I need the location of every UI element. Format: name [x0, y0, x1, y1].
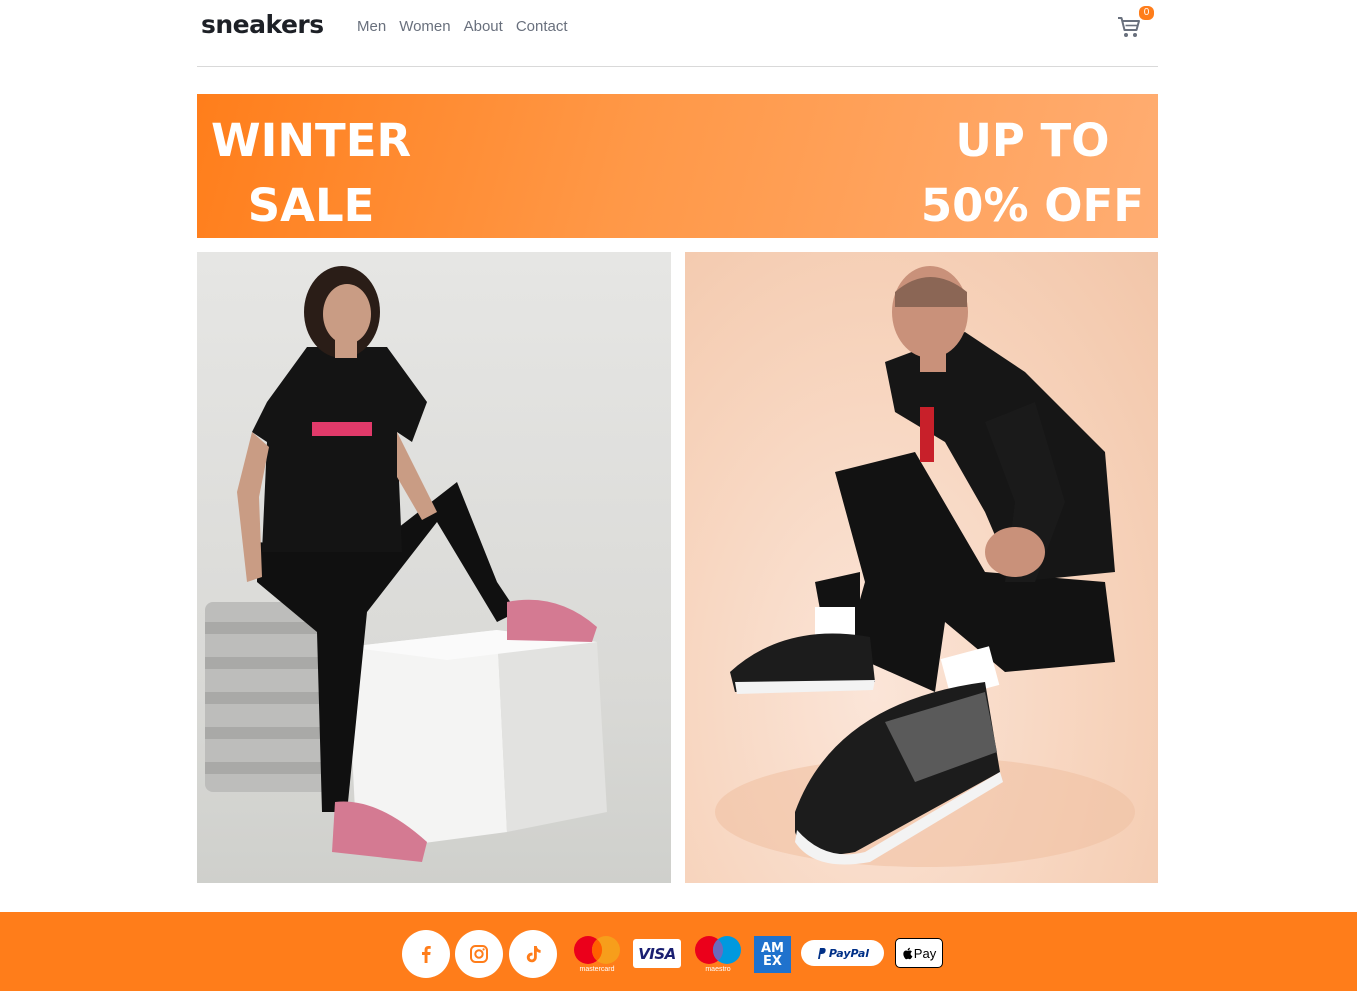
facebook-link[interactable] — [402, 930, 450, 978]
maestro-logo: maestro — [691, 935, 745, 973]
facebook-icon — [422, 946, 431, 963]
main-nav: Men Women About Contact — [357, 18, 568, 35]
apple-icon — [903, 947, 913, 959]
mastercard-icon — [574, 936, 620, 964]
mastercard-logo: mastercard — [570, 935, 624, 973]
paypal-logo: PayPal — [801, 940, 884, 966]
mastercard-label: mastercard — [579, 966, 615, 973]
cart-icon — [1118, 17, 1140, 37]
visa-label: VISA — [638, 944, 676, 963]
nav-link-about[interactable]: About — [464, 18, 503, 35]
nav-link-contact[interactable]: Contact — [516, 18, 568, 35]
amex-label-line2: EX — [763, 953, 782, 969]
instagram-link[interactable] — [455, 930, 503, 978]
banner-title-line1: WINTER — [211, 114, 412, 167]
cart-count-badge: 0 — [1139, 6, 1154, 20]
site-header: sneakers Men Women About Contact 0 — [197, 0, 1158, 67]
man-figure-illustration — [715, 266, 1135, 867]
banner-title-line2: SALE — [247, 179, 375, 232]
nav-link-women[interactable]: Women — [399, 18, 450, 35]
banner-title: WINTER SALE — [211, 108, 411, 238]
nav-link-men[interactable]: Men — [357, 18, 386, 35]
applepay-logo: Pay — [895, 938, 943, 968]
promo-banner: WINTER SALE UP TO 50% OFF — [197, 94, 1158, 238]
applepay-label: Pay — [913, 945, 937, 961]
visa-logo: VISA — [633, 939, 681, 968]
banner-discount: UP TO 50% OFF — [921, 108, 1144, 238]
amex-logo: AM EX — [754, 936, 791, 973]
site-logo[interactable]: sneakers — [201, 10, 324, 39]
amex-label-line1: AM — [761, 940, 784, 956]
photo-women-collection[interactable] — [197, 252, 671, 883]
tiktok-icon — [526, 946, 541, 963]
cart-button[interactable] — [1117, 16, 1141, 38]
paypal-icon — [817, 947, 826, 959]
tiktok-link[interactable] — [509, 930, 557, 978]
banner-discount-line1: UP TO — [955, 114, 1110, 167]
site-footer: mastercard VISA maestro AM EX PayPal Pay — [0, 912, 1357, 991]
maestro-label: maestro — [705, 966, 731, 973]
banner-discount-line2: 50% OFF — [920, 179, 1144, 232]
maestro-icon — [695, 936, 741, 964]
woman-figure-illustration — [205, 266, 607, 862]
paypal-label: PayPal — [828, 946, 870, 960]
instagram-icon — [470, 945, 488, 963]
photo-men-collection[interactable] — [685, 252, 1158, 883]
